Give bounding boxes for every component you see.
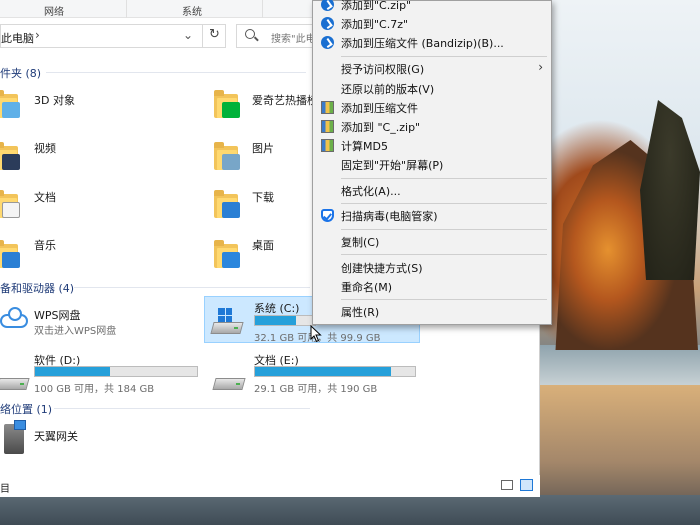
drive-label: WPS网盘 bbox=[34, 309, 81, 322]
group-divider bbox=[46, 72, 306, 73]
folder-icon bbox=[214, 238, 240, 268]
folder-icon bbox=[214, 140, 240, 170]
folder-pictures[interactable]: 图片 bbox=[212, 136, 312, 176]
chevron-down-icon[interactable]: ⌄ bbox=[183, 28, 193, 42]
menu-item-copy[interactable]: 复制(C) bbox=[313, 232, 551, 251]
bandizip-icon bbox=[321, 36, 334, 49]
folder-label: 下载 bbox=[252, 191, 274, 204]
folder-icon bbox=[0, 140, 20, 170]
ribbon-group-network[interactable]: 网络 bbox=[44, 3, 64, 18]
search-icon bbox=[245, 29, 255, 39]
drive-d[interactable]: 软件 (D:) 100 GB 可用，共 184 GB bbox=[0, 348, 200, 395]
group-divider bbox=[54, 408, 310, 409]
address-bar[interactable]: 此电脑 › ⌄ bbox=[0, 24, 226, 48]
group-header-folders[interactable]: 件夹 (8) bbox=[0, 65, 41, 81]
windows-drive-icon bbox=[210, 308, 244, 336]
shield-icon bbox=[321, 209, 334, 222]
ribbon-divider bbox=[126, 0, 127, 18]
network-label: 天翼网关 bbox=[34, 430, 78, 443]
folder-label: 视频 bbox=[34, 142, 56, 155]
menu-separator bbox=[341, 229, 547, 230]
menu-item-restore-versions[interactable]: 还原以前的版本(V) bbox=[313, 79, 551, 98]
folder-3d-objects[interactable]: 3D 对象 bbox=[0, 84, 180, 124]
winrar-icon bbox=[321, 139, 334, 152]
folder-desktop[interactable]: 桌面 bbox=[212, 234, 312, 274]
menu-separator bbox=[341, 299, 547, 300]
ribbon-group-system[interactable]: 系统 bbox=[182, 3, 202, 18]
status-item-count: 目 bbox=[0, 484, 10, 495]
folder-label: 3D 对象 bbox=[34, 94, 75, 107]
folder-icon bbox=[0, 188, 20, 218]
folder-documents[interactable]: 文档 bbox=[0, 184, 180, 224]
folder-downloads[interactable]: 下载 bbox=[212, 184, 312, 224]
mouse-cursor-icon bbox=[310, 325, 322, 343]
group-divider bbox=[74, 287, 310, 288]
chevron-right-icon: › bbox=[538, 60, 543, 74]
chevron-right-icon[interactable]: › bbox=[35, 28, 40, 42]
drive-e[interactable]: 文档 (E:) 29.1 GB 可用，共 190 GB bbox=[208, 348, 420, 395]
menu-item-pin-to-start[interactable]: 固定到"开始"屏幕(P) bbox=[313, 155, 551, 174]
large-icons-view-icon[interactable] bbox=[520, 479, 533, 491]
search-input[interactable]: 搜索"此电脑" bbox=[236, 24, 330, 48]
cloud-icon bbox=[0, 306, 30, 328]
folder-label: 音乐 bbox=[34, 239, 56, 252]
folder-icon bbox=[0, 88, 20, 118]
menu-item-add-to-7z[interactable]: 添加到"C.7z" bbox=[313, 14, 551, 33]
drive-subtitle: 双击进入WPS网盘 bbox=[34, 326, 117, 337]
wps-cloud-drive[interactable]: WPS网盘 双击进入WPS网盘 bbox=[0, 300, 190, 340]
menu-separator bbox=[341, 56, 547, 57]
folder-label: 文档 bbox=[34, 191, 56, 204]
network-monitor-icon bbox=[14, 420, 26, 430]
folder-icon bbox=[214, 188, 240, 218]
menu-separator bbox=[341, 178, 547, 179]
menu-item-add-to-zip[interactable]: 添加到"C.zip" bbox=[313, 0, 551, 14]
folder-iqiyi[interactable]: 爱奇艺热播榜 bbox=[212, 84, 318, 124]
wallpaper-sea bbox=[540, 345, 700, 385]
drive-icon bbox=[212, 366, 246, 392]
folder-label: 桌面 bbox=[252, 239, 274, 252]
menu-item-rename[interactable]: 重命名(M) bbox=[313, 277, 551, 296]
menu-separator bbox=[341, 203, 547, 204]
menu-item-properties[interactable]: 属性(R) bbox=[313, 302, 551, 321]
drive-usage-bar bbox=[34, 366, 198, 377]
network-gateway[interactable]: 天翼网关 bbox=[0, 418, 190, 458]
address-path[interactable]: 此电脑 bbox=[1, 30, 34, 46]
menu-separator bbox=[341, 254, 547, 255]
context-menu: 添加到"C.zip" 添加到"C.7z" 添加到压缩文件 (Bandizip)(… bbox=[312, 0, 552, 325]
menu-item-scan-virus[interactable]: 扫描病毒(电脑管家) bbox=[313, 206, 551, 225]
menu-item-give-access[interactable]: 授予访问权限(G) › bbox=[313, 59, 551, 78]
group-header-network[interactable]: 络位置 (1) bbox=[0, 401, 52, 417]
folder-label: 爱奇艺热播榜 bbox=[252, 94, 318, 107]
winrar-icon bbox=[321, 101, 334, 114]
menu-item-winrar-add-zip[interactable]: 添加到 "C_.zip" bbox=[313, 117, 551, 136]
bandizip-icon bbox=[321, 17, 334, 30]
folder-label: 图片 bbox=[252, 142, 274, 155]
drive-usage-bar bbox=[254, 366, 416, 377]
refresh-button[interactable]: ↻ bbox=[202, 24, 226, 48]
folder-videos[interactable]: 视频 bbox=[0, 136, 180, 176]
winrar-icon bbox=[321, 120, 334, 133]
menu-item-create-shortcut[interactable]: 创建快捷方式(S) bbox=[313, 258, 551, 277]
taskbar-area bbox=[0, 495, 700, 525]
drive-icon bbox=[0, 366, 30, 392]
drive-label: 系统 (C:) bbox=[254, 302, 300, 315]
group-header-devices[interactable]: 备和驱动器 (4) bbox=[0, 280, 74, 296]
menu-item-add-to-archive-bandizip[interactable]: 添加到压缩文件 (Bandizip)(B)... bbox=[313, 33, 551, 52]
menu-item-winrar-add-archive[interactable]: 添加到压缩文件 bbox=[313, 98, 551, 117]
folder-icon bbox=[214, 88, 240, 118]
drive-usage-bar bbox=[254, 315, 316, 326]
details-view-icon[interactable] bbox=[501, 480, 513, 490]
bandizip-icon bbox=[321, 0, 334, 11]
menu-item-calc-md5[interactable]: 计算MD5 bbox=[313, 136, 551, 155]
windows-logo-icon bbox=[218, 308, 232, 322]
folder-music[interactable]: 音乐 bbox=[0, 234, 180, 274]
status-bar: 目 bbox=[0, 475, 540, 497]
menu-item-format[interactable]: 格式化(A)... bbox=[313, 181, 551, 200]
drive-subtitle: 29.1 GB 可用，共 190 GB bbox=[254, 384, 378, 395]
ribbon-divider bbox=[262, 0, 263, 18]
folder-icon bbox=[0, 238, 20, 268]
drive-subtitle: 100 GB 可用，共 184 GB bbox=[34, 384, 155, 395]
